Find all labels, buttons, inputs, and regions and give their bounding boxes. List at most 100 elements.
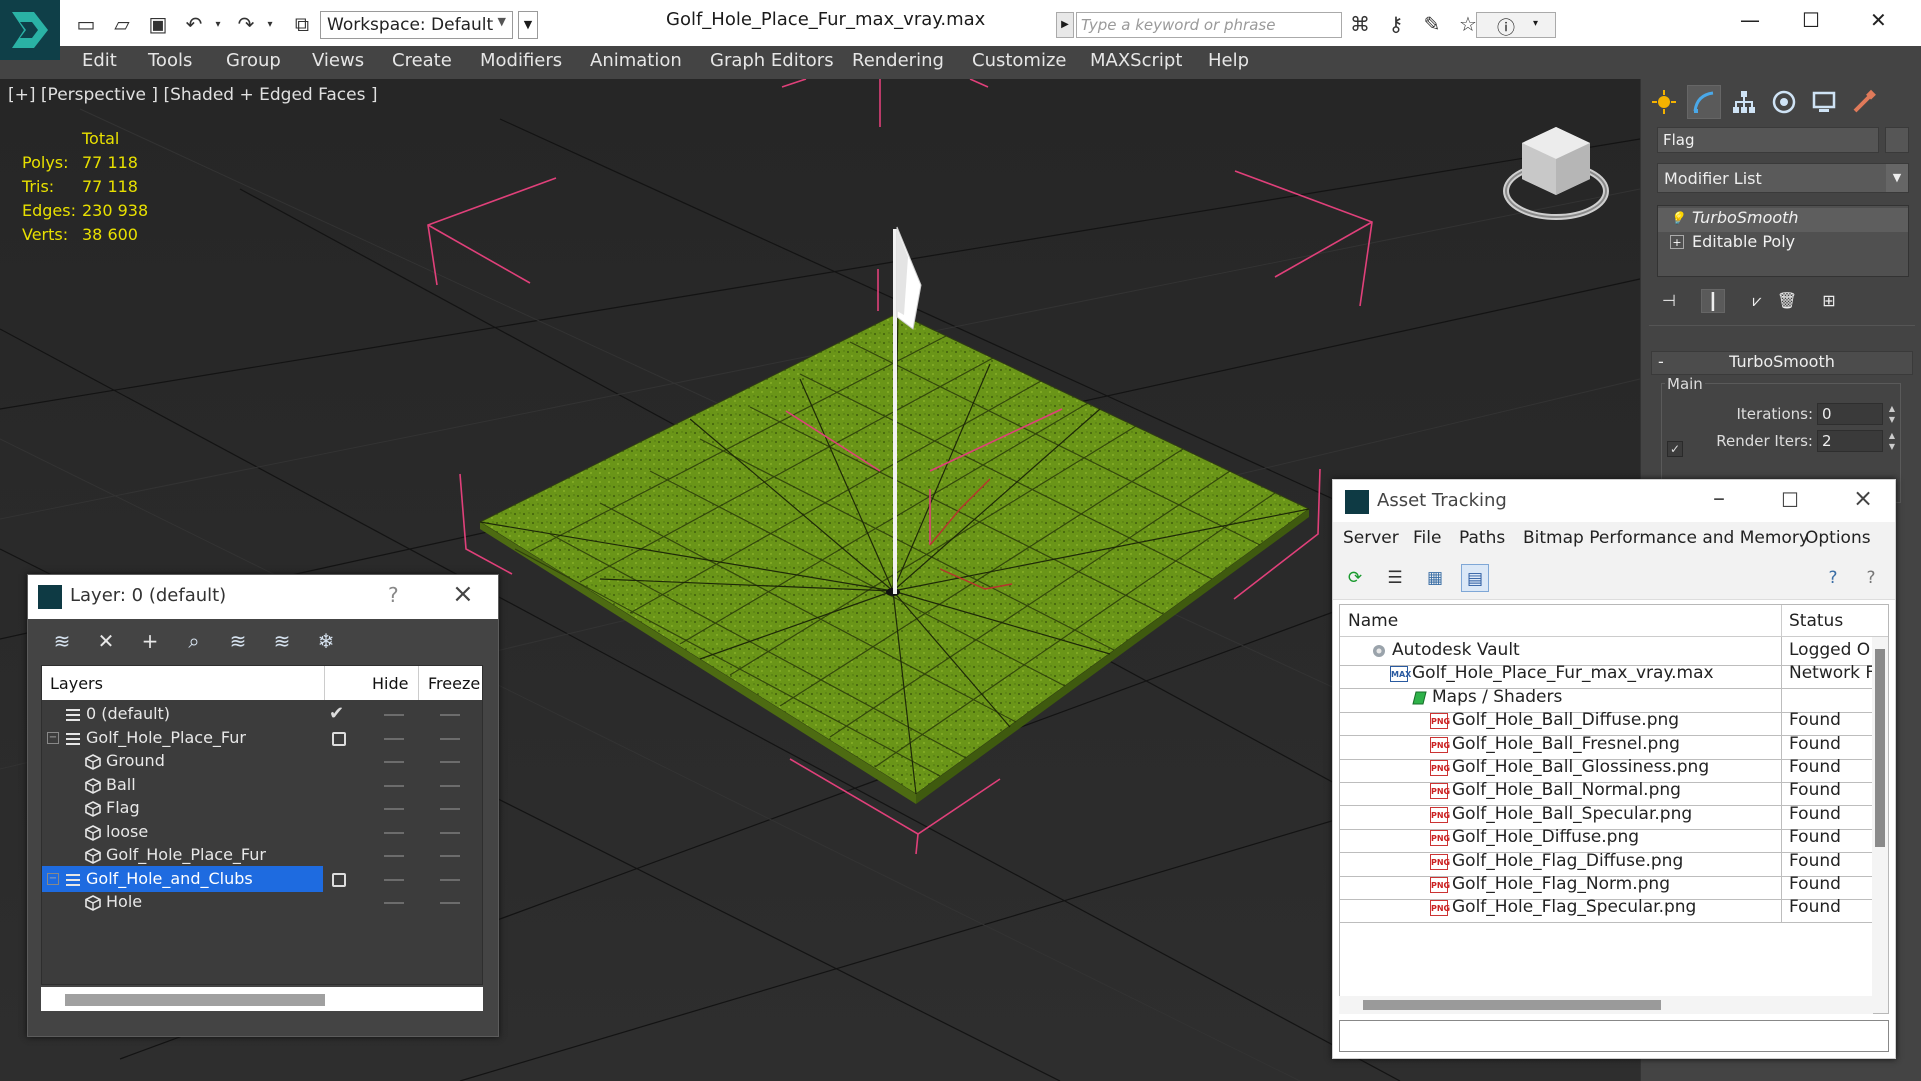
- freeze-toggle[interactable]: [440, 831, 460, 834]
- redo-dropdown-icon[interactable]: ▾: [258, 12, 282, 36]
- key-icon[interactable]: ⚷: [1384, 12, 1408, 36]
- menu-group[interactable]: Group: [226, 50, 281, 71]
- layer-row[interactable]: Hole: [42, 888, 482, 916]
- binoculars-icon[interactable]: ⌘: [1348, 12, 1372, 36]
- stack-item-editable-poly[interactable]: + Editable Poly: [1658, 232, 1908, 256]
- list-view-icon[interactable]: ☰: [1381, 564, 1409, 592]
- menu-paths[interactable]: Paths: [1459, 528, 1505, 548]
- menu-customize[interactable]: Customize: [972, 50, 1066, 71]
- set-active-layer-box-icon[interactable]: [332, 731, 346, 746]
- active-layer-checkmark-icon[interactable]: ✔: [329, 703, 344, 724]
- app-menu-button[interactable]: [0, 0, 60, 60]
- hide-toggle[interactable]: [384, 714, 404, 716]
- delete-layer-icon[interactable]: ✕: [92, 627, 120, 655]
- hide-toggle[interactable]: [384, 737, 404, 740]
- column-hide[interactable]: Hide: [372, 674, 408, 693]
- column-status[interactable]: Status: [1789, 611, 1843, 631]
- stack-item-turbosmooth[interactable]: 💡 TurboSmooth: [1658, 208, 1908, 232]
- search-expand-button[interactable]: ▶: [1056, 12, 1074, 38]
- plus-expand-icon[interactable]: +: [1670, 235, 1684, 249]
- table-view-icon[interactable]: ▤: [1461, 564, 1489, 592]
- menu-animation[interactable]: Animation: [590, 50, 682, 71]
- collapse-icon[interactable]: −: [47, 872, 59, 885]
- freeze-toggle[interactable]: [440, 808, 460, 810]
- search-input[interactable]: Type a keyword or phrase: [1076, 12, 1342, 38]
- scrollbar-thumb[interactable]: [65, 994, 325, 1006]
- hide-toggle[interactable]: [384, 902, 404, 904]
- asset-row[interactable]: PNG Golf_Hole_Flag_Specular.png Found: [1340, 894, 1872, 924]
- freeze-toggle[interactable]: [440, 855, 460, 857]
- freeze-toggle[interactable]: [440, 737, 460, 740]
- column-name[interactable]: Name: [1348, 611, 1398, 631]
- select-objects-icon[interactable]: ⌕: [180, 627, 208, 655]
- menu-graph-editors[interactable]: Graph Editors: [710, 50, 834, 71]
- motion-tab-icon[interactable]: [1767, 85, 1801, 119]
- create-layer-icon[interactable]: ≋: [48, 627, 76, 655]
- add-to-layer-icon[interactable]: +: [136, 627, 164, 655]
- render-iters-checkbox[interactable]: ✓: [1667, 441, 1683, 457]
- undo-dropdown-icon[interactable]: ▾: [206, 12, 230, 36]
- horizontal-scrollbar[interactable]: [1339, 996, 1873, 1014]
- rollout-header[interactable]: - TurboSmooth: [1651, 351, 1913, 375]
- object-color-swatch[interactable]: [1885, 127, 1909, 153]
- column-freeze[interactable]: Freeze: [428, 674, 480, 693]
- project-folder-icon[interactable]: ⧉: [290, 12, 314, 36]
- iterations-spinner[interactable]: 0: [1817, 403, 1883, 425]
- freeze-toggle[interactable]: [440, 784, 460, 787]
- refresh-icon[interactable]: ⟳: [1341, 564, 1369, 592]
- menu-bitmap-performance[interactable]: Bitmap Performance and Memory: [1523, 528, 1809, 548]
- maximize-icon[interactable]: ☐: [1781, 488, 1799, 512]
- minimize-icon[interactable]: —: [1740, 8, 1760, 32]
- lightbulb-icon[interactable]: 💡: [1670, 211, 1685, 225]
- hide-all-layers-icon[interactable]: ≋: [268, 627, 296, 655]
- help-icon[interactable]: ?: [1857, 564, 1885, 592]
- menu-modifiers[interactable]: Modifiers: [480, 50, 562, 71]
- highlight-layer-icon[interactable]: ≋: [224, 627, 252, 655]
- close-icon[interactable]: ×: [1853, 484, 1873, 512]
- layer-name-cell[interactable]: Hole: [42, 889, 323, 915]
- spinner-arrows-icon[interactable]: ▲ ▼: [1885, 430, 1899, 452]
- menu-file[interactable]: File: [1413, 528, 1441, 548]
- viewcube-icon[interactable]: [1500, 123, 1620, 233]
- horizontal-scrollbar[interactable]: [41, 987, 483, 1011]
- object-name-field[interactable]: Flag: [1657, 127, 1879, 153]
- freeze-all-layers-icon[interactable]: ❄: [312, 627, 340, 655]
- save-icon[interactable]: ▣: [146, 12, 170, 36]
- signin-icon[interactable]: ✎: [1420, 12, 1444, 36]
- menu-options[interactable]: Options: [1805, 528, 1871, 548]
- configure-sets-icon[interactable]: ⊞: [1817, 289, 1841, 313]
- help-icon[interactable]: ?: [388, 583, 399, 607]
- utilities-tab-icon[interactable]: [1847, 85, 1881, 119]
- freeze-toggle[interactable]: [440, 902, 460, 904]
- freeze-toggle[interactable]: [440, 878, 460, 881]
- help-dropdown[interactable]: ⓘ ▾: [1476, 12, 1556, 39]
- display-tab-icon[interactable]: [1807, 85, 1841, 119]
- thumbnail-view-icon[interactable]: ▦: [1421, 564, 1449, 592]
- collapse-icon[interactable]: −: [47, 731, 59, 744]
- menu-help[interactable]: Help: [1208, 50, 1249, 71]
- vertical-scrollbar[interactable]: [1872, 637, 1888, 1013]
- dialog-title-bar[interactable]: Asset Tracking – ☐ ×: [1333, 480, 1895, 522]
- hide-toggle[interactable]: [384, 784, 404, 787]
- minimize-icon[interactable]: –: [1713, 484, 1725, 512]
- workspace-selector[interactable]: Workspace: Default ▼: [320, 11, 513, 39]
- redo-icon[interactable]: ↷: [234, 12, 258, 36]
- menu-create[interactable]: Create: [392, 50, 452, 71]
- column-layers[interactable]: Layers: [50, 674, 103, 693]
- scrollbar-thumb[interactable]: [1363, 1000, 1661, 1010]
- create-tab-icon[interactable]: [1647, 85, 1681, 119]
- freeze-toggle[interactable]: [440, 761, 460, 763]
- new-file-icon[interactable]: ▭: [74, 12, 98, 36]
- scrollbar-thumb[interactable]: [1875, 649, 1885, 847]
- hide-toggle[interactable]: [384, 878, 404, 881]
- hide-toggle[interactable]: [384, 761, 404, 763]
- open-file-icon[interactable]: ▱: [110, 12, 134, 36]
- menu-views[interactable]: Views: [312, 50, 364, 71]
- workspace-menu-button[interactable]: ▼: [518, 11, 538, 39]
- dialog-title-bar[interactable]: Layer: 0 (default) ? ×: [28, 575, 498, 619]
- hierarchy-tab-icon[interactable]: [1727, 85, 1761, 119]
- hide-toggle[interactable]: [384, 855, 404, 857]
- modifier-list-dropdown[interactable]: Modifier List ▼: [1657, 163, 1909, 193]
- menu-server[interactable]: Server: [1343, 528, 1399, 548]
- asset-path-field[interactable]: [1339, 1020, 1889, 1052]
